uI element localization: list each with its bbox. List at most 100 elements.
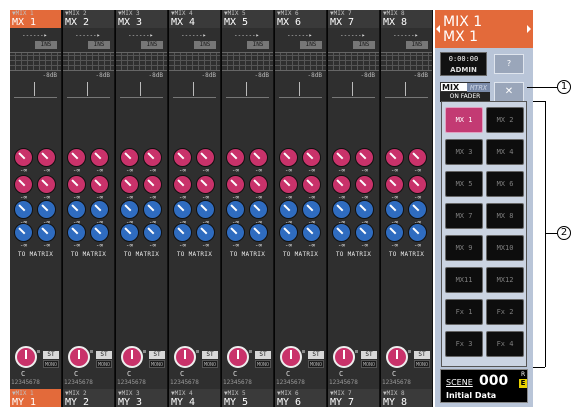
pan-knob[interactable] bbox=[280, 346, 302, 368]
send-level-knob[interactable] bbox=[279, 175, 298, 194]
eq-graph[interactable] bbox=[63, 52, 114, 71]
channel-select-button[interactable]: MX11 bbox=[445, 267, 483, 293]
channel-select-button[interactable]: Fx 4 bbox=[486, 331, 524, 357]
strip-header[interactable]: ▼MIX 7 MX 7 bbox=[328, 10, 379, 28]
ins-button[interactable]: INS bbox=[353, 41, 375, 49]
pan-knob[interactable] bbox=[174, 346, 196, 368]
pan-knob[interactable] bbox=[333, 346, 355, 368]
strip-footer[interactable]: ▼MIX 2 MY 2 bbox=[63, 389, 114, 407]
send-level-knob[interactable] bbox=[408, 223, 427, 242]
st-button[interactable]: ST bbox=[361, 351, 377, 359]
strip-header[interactable]: ▼MIX 1 MX 1 bbox=[10, 10, 61, 28]
send-level-knob[interactable] bbox=[90, 200, 109, 219]
scene-display[interactable]: SCENE 000 R E Initial Data bbox=[440, 369, 528, 403]
send-level-knob[interactable] bbox=[196, 175, 215, 194]
st-button[interactable]: ST bbox=[202, 351, 218, 359]
strip-header[interactable]: ▼MIX 4 MX 4 bbox=[169, 10, 220, 28]
mix-mtrx-toggle[interactable]: MIX MTRX bbox=[440, 82, 490, 93]
eq-graph[interactable] bbox=[328, 52, 379, 71]
strip-footer[interactable]: ▼MIX 7 MY 7 bbox=[328, 389, 379, 407]
strip-header[interactable]: ▼MIX 6 MX 6 bbox=[275, 10, 326, 28]
send-level-knob[interactable] bbox=[279, 148, 298, 167]
send-level-knob[interactable] bbox=[355, 175, 374, 194]
mix-mtrx-on-fader-toggle[interactable]: MIX MTRX ON FADER bbox=[440, 82, 490, 102]
mono-button[interactable]: MONO bbox=[43, 360, 59, 368]
send-level-knob[interactable] bbox=[196, 148, 215, 167]
send-level-knob[interactable] bbox=[196, 200, 215, 219]
mono-button[interactable]: MONO bbox=[361, 360, 377, 368]
mono-button[interactable]: MONO bbox=[414, 360, 430, 368]
send-level-knob[interactable] bbox=[355, 223, 374, 242]
channel-select-button[interactable]: MX 3 bbox=[445, 139, 483, 165]
ins-button[interactable]: INS bbox=[35, 41, 57, 49]
help-button[interactable]: ? bbox=[494, 54, 524, 74]
send-level-knob[interactable] bbox=[173, 175, 192, 194]
strip-footer[interactable]: ▼MIX 3 MY 3 bbox=[116, 389, 167, 407]
strip-header[interactable]: ▼MIX 3 MX 3 bbox=[116, 10, 167, 28]
send-level-knob[interactable] bbox=[196, 223, 215, 242]
send-level-knob[interactable] bbox=[67, 223, 86, 242]
strip-header[interactable]: ▼MIX 8 MX 8 bbox=[381, 10, 432, 28]
mono-button[interactable]: MONO bbox=[308, 360, 324, 368]
ins-button[interactable]: INS bbox=[406, 41, 428, 49]
strip-footer[interactable]: ▼MIX 8 MY 8 bbox=[381, 389, 432, 407]
ins-button[interactable]: INS bbox=[194, 41, 216, 49]
ins-button[interactable]: INS bbox=[88, 41, 110, 49]
channel-select-button[interactable]: MX 7 bbox=[445, 203, 483, 229]
mono-button[interactable]: MONO bbox=[255, 360, 271, 368]
send-level-knob[interactable] bbox=[302, 200, 321, 219]
channel-select-button[interactable]: Fx 1 bbox=[445, 299, 483, 325]
send-level-knob[interactable] bbox=[14, 175, 33, 194]
send-level-knob[interactable] bbox=[332, 148, 351, 167]
eq-graph[interactable] bbox=[169, 52, 220, 71]
send-level-knob[interactable] bbox=[67, 148, 86, 167]
strip-footer[interactable]: ▼MIX 4 MY 4 bbox=[169, 389, 220, 407]
send-level-knob[interactable] bbox=[120, 175, 139, 194]
prev-channel-arrow-icon[interactable] bbox=[436, 25, 440, 33]
send-level-knob[interactable] bbox=[302, 223, 321, 242]
send-level-knob[interactable] bbox=[302, 148, 321, 167]
strip-footer[interactable]: ▼MIX 6 MY 6 bbox=[275, 389, 326, 407]
eq-graph[interactable] bbox=[222, 52, 273, 71]
strip-footer[interactable]: ▼MIX 5 MY 5 bbox=[222, 389, 273, 407]
send-level-knob[interactable] bbox=[355, 148, 374, 167]
close-button[interactable]: ✕ bbox=[494, 82, 524, 102]
mono-button[interactable]: MONO bbox=[149, 360, 165, 368]
send-level-knob[interactable] bbox=[249, 200, 268, 219]
send-level-knob[interactable] bbox=[120, 148, 139, 167]
send-level-knob[interactable] bbox=[143, 200, 162, 219]
send-level-knob[interactable] bbox=[173, 148, 192, 167]
mono-button[interactable]: MONO bbox=[202, 360, 218, 368]
channel-select-button[interactable]: MX 9 bbox=[445, 235, 483, 261]
st-button[interactable]: ST bbox=[149, 351, 165, 359]
send-level-knob[interactable] bbox=[37, 223, 56, 242]
channel-select-button[interactable]: MX 5 bbox=[445, 171, 483, 197]
send-level-knob[interactable] bbox=[143, 223, 162, 242]
st-button[interactable]: ST bbox=[96, 351, 112, 359]
strip-header[interactable]: ▼MIX 5 MX 5 bbox=[222, 10, 273, 28]
send-level-knob[interactable] bbox=[37, 148, 56, 167]
ins-button[interactable]: INS bbox=[300, 41, 322, 49]
send-level-knob[interactable] bbox=[332, 200, 351, 219]
send-level-knob[interactable] bbox=[408, 148, 427, 167]
channel-select-button[interactable]: MX 6 bbox=[486, 171, 524, 197]
send-level-knob[interactable] bbox=[67, 200, 86, 219]
channel-select-button[interactable]: Fx 2 bbox=[486, 299, 524, 325]
strip-footer[interactable]: ▼MIX 1 MY 1 bbox=[10, 389, 61, 407]
channel-select-button[interactable]: MX 4 bbox=[486, 139, 524, 165]
ins-button[interactable]: INS bbox=[247, 41, 269, 49]
ins-button[interactable]: INS bbox=[141, 41, 163, 49]
send-level-knob[interactable] bbox=[226, 200, 245, 219]
send-level-knob[interactable] bbox=[355, 200, 374, 219]
send-level-knob[interactable] bbox=[14, 148, 33, 167]
channel-select-button[interactable]: MX12 bbox=[486, 267, 524, 293]
send-level-knob[interactable] bbox=[90, 175, 109, 194]
send-level-knob[interactable] bbox=[143, 148, 162, 167]
send-level-knob[interactable] bbox=[385, 175, 404, 194]
channel-select-button[interactable]: MX 2 bbox=[486, 107, 524, 133]
mono-button[interactable]: MONO bbox=[96, 360, 112, 368]
send-level-knob[interactable] bbox=[67, 175, 86, 194]
channel-select-button[interactable]: MX 1 bbox=[445, 107, 483, 133]
send-level-knob[interactable] bbox=[226, 175, 245, 194]
send-level-knob[interactable] bbox=[226, 223, 245, 242]
